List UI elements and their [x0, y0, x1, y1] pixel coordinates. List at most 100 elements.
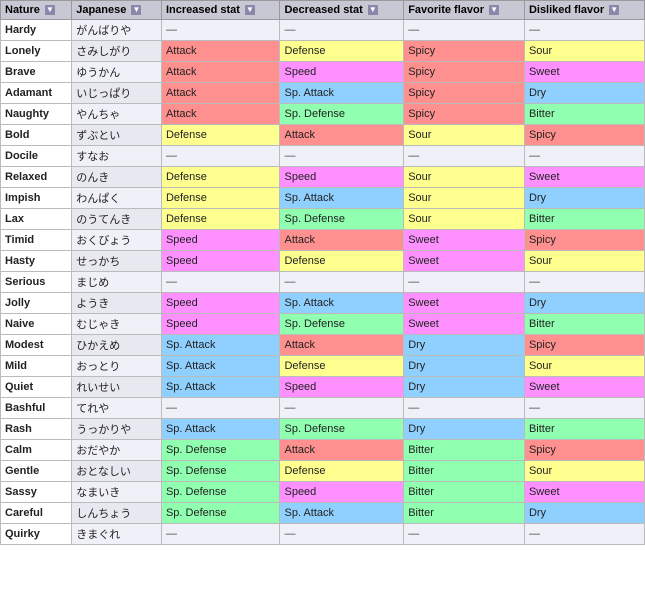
fav-flavor: Sour — [404, 125, 525, 146]
table-row: Quiet れいせい Sp. Attack Speed Dry Sweet — [1, 377, 645, 398]
dec-stat: Defense — [280, 251, 404, 272]
col-dis[interactable]: Disliked flavor ▼ — [524, 1, 644, 20]
fav-flavor: — — [404, 20, 525, 41]
table-row: Rash うっかりや Sp. Attack Sp. Defense Dry Bi… — [1, 419, 645, 440]
dis-flavor: Bitter — [524, 209, 644, 230]
fav-flavor: Spicy — [404, 62, 525, 83]
dis-flavor: Dry — [524, 188, 644, 209]
japanese-name: がんばりや — [72, 20, 162, 41]
nature-name: Serious — [1, 272, 72, 293]
inc-stat: — — [161, 20, 280, 41]
nature-name: Quirky — [1, 524, 72, 545]
nature-name: Naughty — [1, 104, 72, 125]
inc-stat: Speed — [161, 314, 280, 335]
dis-flavor: Spicy — [524, 335, 644, 356]
dec-stat: Attack — [280, 440, 404, 461]
inc-stat: Speed — [161, 230, 280, 251]
table-row: Calm おだやか Sp. Defense Attack Bitter Spic… — [1, 440, 645, 461]
col-nature[interactable]: Nature ▼ — [1, 1, 72, 20]
fav-flavor: — — [404, 146, 525, 167]
dis-flavor: Bitter — [524, 314, 644, 335]
inc-stat: Defense — [161, 167, 280, 188]
fav-flavor: Spicy — [404, 83, 525, 104]
dis-flavor: Sweet — [524, 62, 644, 83]
sort-dec-icon[interactable]: ▼ — [368, 5, 378, 15]
dec-stat: Speed — [280, 377, 404, 398]
nature-name: Quiet — [1, 377, 72, 398]
dec-stat: Sp. Defense — [280, 209, 404, 230]
nature-name: Mild — [1, 356, 72, 377]
dec-stat: Defense — [280, 41, 404, 62]
dec-stat: — — [280, 272, 404, 293]
fav-flavor: Dry — [404, 335, 525, 356]
table-row: Serious まじめ — — — — — [1, 272, 645, 293]
sort-japanese-icon[interactable]: ▼ — [131, 5, 141, 15]
dec-stat: Attack — [280, 335, 404, 356]
table-row: Lonely さみしがり Attack Defense Spicy Sour — [1, 41, 645, 62]
table-row: Bold ずぶとい Defense Attack Sour Spicy — [1, 125, 645, 146]
inc-stat: Defense — [161, 209, 280, 230]
nature-name: Sassy — [1, 482, 72, 503]
japanese-name: ようき — [72, 293, 162, 314]
dis-flavor: Sour — [524, 251, 644, 272]
dec-stat: Sp. Attack — [280, 293, 404, 314]
japanese-name: しんちょう — [72, 503, 162, 524]
inc-stat: Attack — [161, 104, 280, 125]
dec-stat: Attack — [280, 125, 404, 146]
fav-flavor: Sweet — [404, 293, 525, 314]
dec-stat: Sp. Attack — [280, 188, 404, 209]
japanese-name: ひかえめ — [72, 335, 162, 356]
fav-flavor: Sweet — [404, 251, 525, 272]
nature-name: Bold — [1, 125, 72, 146]
japanese-name: のうてんき — [72, 209, 162, 230]
col-dec[interactable]: Decreased stat ▼ — [280, 1, 404, 20]
japanese-name: おとなしい — [72, 461, 162, 482]
fav-flavor: Dry — [404, 377, 525, 398]
dec-stat: Speed — [280, 482, 404, 503]
nature-name: Lax — [1, 209, 72, 230]
dec-stat: Sp. Defense — [280, 314, 404, 335]
table-row: Naive むじゃき Speed Sp. Defense Sweet Bitte… — [1, 314, 645, 335]
nature-name: Jolly — [1, 293, 72, 314]
col-inc[interactable]: Increased stat ▼ — [161, 1, 280, 20]
dis-flavor: Sweet — [524, 167, 644, 188]
col-fav[interactable]: Favorite flavor ▼ — [404, 1, 525, 20]
table-row: Relaxed のんき Defense Speed Sour Sweet — [1, 167, 645, 188]
sort-fav-icon[interactable]: ▼ — [489, 5, 499, 15]
table-row: Sassy なまいき Sp. Defense Speed Bitter Swee… — [1, 482, 645, 503]
japanese-name: ずぶとい — [72, 125, 162, 146]
japanese-name: せっかち — [72, 251, 162, 272]
dis-flavor: — — [524, 20, 644, 41]
col-japanese[interactable]: Japanese ▼ — [72, 1, 162, 20]
table-row: Brave ゆうかん Attack Speed Spicy Sweet — [1, 62, 645, 83]
inc-stat: — — [161, 272, 280, 293]
dec-stat: Sp. Defense — [280, 104, 404, 125]
sort-dis-icon[interactable]: ▼ — [609, 5, 619, 15]
japanese-name: おだやか — [72, 440, 162, 461]
nature-name: Impish — [1, 188, 72, 209]
sort-nature-icon[interactable]: ▼ — [45, 5, 55, 15]
nature-name: Lonely — [1, 41, 72, 62]
inc-stat: Sp. Defense — [161, 503, 280, 524]
japanese-name: おくびょう — [72, 230, 162, 251]
dis-flavor: Dry — [524, 503, 644, 524]
fav-flavor: Sour — [404, 209, 525, 230]
sort-inc-icon[interactable]: ▼ — [245, 5, 255, 15]
table-row: Careful しんちょう Sp. Defense Sp. Attack Bit… — [1, 503, 645, 524]
dec-stat: Attack — [280, 230, 404, 251]
japanese-name: むじゃき — [72, 314, 162, 335]
table-row: Hasty せっかち Speed Defense Sweet Sour — [1, 251, 645, 272]
dis-flavor: Spicy — [524, 125, 644, 146]
nature-name: Relaxed — [1, 167, 72, 188]
dec-stat: — — [280, 20, 404, 41]
inc-stat: Sp. Attack — [161, 419, 280, 440]
dec-stat: — — [280, 524, 404, 545]
nature-name: Careful — [1, 503, 72, 524]
fav-flavor: Bitter — [404, 503, 525, 524]
inc-stat: Sp. Attack — [161, 356, 280, 377]
table-row: Quirky きまぐれ — — — — — [1, 524, 645, 545]
table-row: Bashful てれや — — — — — [1, 398, 645, 419]
dec-stat: — — [280, 398, 404, 419]
inc-stat: Sp. Defense — [161, 461, 280, 482]
japanese-name: きまぐれ — [72, 524, 162, 545]
